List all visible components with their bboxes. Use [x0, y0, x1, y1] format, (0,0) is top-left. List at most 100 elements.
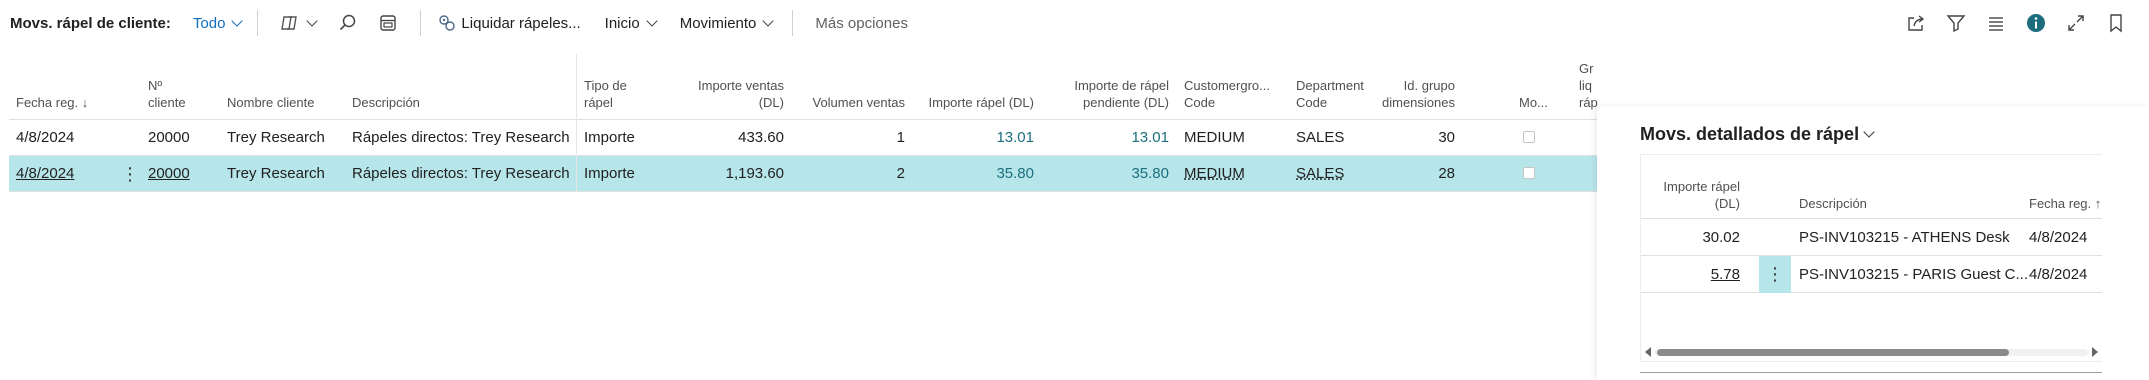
divider	[1640, 372, 2102, 373]
cell-volumen: 1	[896, 129, 905, 146]
factbox-title[interactable]: Movs. detallados de rápel	[1640, 124, 1875, 145]
fb-header-fecha[interactable]: Fecha reg. ↑	[2029, 195, 2101, 212]
fb-header-descripcion[interactable]: Descripción	[1799, 195, 1867, 212]
header-mo[interactable]: Mo...	[1519, 94, 1548, 111]
share-icon	[1908, 15, 1925, 31]
header-num-cliente-line2: cliente	[148, 95, 186, 110]
chevron-down-icon	[762, 14, 775, 27]
fb-header-importe-line1: Importe rápel	[1663, 179, 1740, 194]
fb-cell-descripcion: PS-INV103215 - PARIS Guest C...	[1799, 266, 2028, 283]
cell-pendiente[interactable]: 35.80	[1131, 156, 1169, 192]
cell-importe-rapel[interactable]: 35.80	[996, 156, 1034, 192]
header-importe-ventas[interactable]: Importe ventas (DL)	[698, 77, 784, 111]
header-num-cliente[interactable]: Nº cliente	[148, 77, 186, 111]
horizontal-scrollbar[interactable]	[1641, 343, 2102, 361]
search-button[interactable]	[332, 8, 364, 38]
checkbox-mo[interactable]	[1523, 167, 1535, 179]
factbox-pane: Movs. detallados de rápel Importe rápel …	[1597, 106, 2149, 380]
edit-list-icon	[380, 15, 397, 31]
header-overflow-line1: Gr	[1579, 61, 1594, 76]
sort-arrow-icon: ↓	[81, 95, 89, 110]
share-button[interactable]	[1901, 8, 1931, 38]
list-view-button[interactable]	[1981, 8, 2011, 38]
fb-cell-fecha: 4/8/2024	[2029, 229, 2088, 246]
movimiento-menu[interactable]: Movimiento	[668, 8, 785, 38]
header-descripcion[interactable]: Descripción	[352, 94, 420, 111]
cell-cliente[interactable]: 20000	[148, 120, 190, 156]
header-nombre[interactable]: Nombre cliente	[227, 94, 314, 111]
cell-dimensiones[interactable]: 30	[1438, 120, 1455, 156]
process-icon	[439, 15, 456, 31]
scroll-right-icon[interactable]	[2092, 347, 2098, 357]
separator	[420, 10, 422, 36]
chevron-down-icon	[646, 14, 658, 27]
table-row-selected[interactable]: 4/8/2024 ⋮ 20000 Trey Research Rápeles d…	[9, 156, 1597, 192]
cell-cliente[interactable]: 20000	[148, 156, 190, 192]
liquidar-rapeles-button[interactable]: Liquidar rápeles...	[437, 8, 592, 38]
sort-arrow-icon: ↑	[2094, 196, 2102, 211]
header-fecha[interactable]: Fecha reg. ↓	[16, 94, 88, 111]
cell-pendiente[interactable]: 13.01	[1131, 120, 1169, 156]
expand-button[interactable]	[2061, 8, 2091, 38]
rapel-entries-grid: Fecha reg. ↓ Nº cliente Nombre cliente D…	[9, 54, 1598, 192]
list-item[interactable]: 30.02 PS-INV103215 - ATHENS Desk 4/8/202…	[1641, 219, 2102, 256]
table-row[interactable]: 4/8/2024 20000 Trey Research Rápeles dir…	[9, 120, 1597, 156]
row-actions-button[interactable]: ⋮	[121, 156, 139, 192]
header-tipo-line2: rápel	[584, 95, 613, 110]
list-item-selected[interactable]: 5.78 ⋮ PS-INV103215 - PARIS Guest C... 4…	[1641, 256, 2102, 293]
filter-dropdown[interactable]: Todo	[192, 14, 244, 32]
cell-nombre: Trey Research	[227, 165, 325, 182]
header-dimensiones[interactable]: Id. grupo dimensiones	[1382, 77, 1455, 111]
cell-customergroup[interactable]: MEDIUM	[1184, 120, 1245, 156]
filter-button[interactable]	[1941, 8, 1971, 38]
header-customergroup-line2: Code	[1184, 95, 1216, 110]
info-button[interactable]	[2021, 8, 2051, 38]
expand-icon	[2068, 15, 2084, 31]
row-actions-button[interactable]: ⋮	[1759, 256, 1791, 293]
cell-dimensiones[interactable]: 28	[1438, 156, 1455, 192]
grid-header: Fecha reg. ↓ Nº cliente Nombre cliente D…	[9, 54, 1598, 120]
scroll-thumb[interactable]	[1657, 349, 2009, 356]
cell-fecha[interactable]: 4/8/2024	[16, 156, 74, 192]
fb-header-fecha-label: Fecha reg.	[2029, 196, 2092, 211]
fb-cell-fecha: 4/8/2024	[2029, 266, 2088, 283]
cell-importe-ventas: 1,193.60	[725, 165, 784, 182]
bookmark-button[interactable]	[2101, 8, 2131, 38]
factbox-title-label: Movs. detallados de rápel	[1640, 124, 1860, 144]
header-dimensiones-line1: Id. grupo	[1403, 78, 1455, 93]
header-department-line1: Department	[1296, 78, 1364, 93]
separator	[792, 10, 794, 36]
filter-icon	[1946, 15, 1966, 33]
action-bar: Movs. rápel de cliente: Todo Liquidar rá…	[0, 0, 2149, 46]
liquidar-rapeles-label: Liquidar rápeles...	[461, 14, 581, 32]
header-customergroup[interactable]: Customergro... Code	[1184, 77, 1270, 111]
filter-label: Todo	[192, 14, 226, 32]
fb-header-importe[interactable]: Importe rápel (DL)	[1663, 178, 1740, 212]
edit-list-button[interactable]	[372, 8, 404, 38]
chevron-down-icon	[1863, 126, 1875, 138]
scroll-left-icon[interactable]	[1645, 347, 1651, 357]
cell-customergroup[interactable]: MEDIUM	[1184, 156, 1245, 192]
header-pendiente[interactable]: Importe de rápel pendiente (DL)	[1074, 77, 1169, 111]
right-toolbar	[1901, 8, 2131, 38]
factbox-table: Importe rápel (DL) Descripción Fecha reg…	[1640, 154, 2102, 362]
cell-fecha[interactable]: 4/8/2024	[16, 120, 74, 156]
cell-importe-rapel[interactable]: 13.01	[996, 120, 1034, 156]
header-fecha-label: Fecha reg.	[16, 95, 79, 110]
copilot-button[interactable]	[274, 8, 322, 38]
header-department[interactable]: Department Code	[1296, 77, 1364, 111]
mas-opciones-button[interactable]: Más opciones	[809, 8, 920, 38]
inicio-menu[interactable]: Inicio	[593, 8, 668, 38]
header-customergroup-line1: Customergro...	[1184, 78, 1270, 93]
cell-department[interactable]: SALES	[1296, 156, 1344, 192]
fb-cell-importe[interactable]: 5.78	[1711, 256, 1740, 293]
header-tipo[interactable]: Tipo de rápel	[584, 77, 627, 111]
cell-department[interactable]: SALES	[1296, 120, 1344, 156]
list-view-icon	[1989, 17, 2003, 31]
header-importe-rapel[interactable]: Importe rápel (DL)	[929, 94, 1034, 111]
cell-importe-ventas: 433.60	[738, 129, 784, 146]
cell-tipo: Importe	[584, 165, 635, 182]
checkbox-mo[interactable]	[1523, 131, 1535, 143]
header-importe-ventas-line2: (DL)	[758, 95, 784, 110]
header-volumen[interactable]: Volumen ventas	[812, 94, 905, 111]
